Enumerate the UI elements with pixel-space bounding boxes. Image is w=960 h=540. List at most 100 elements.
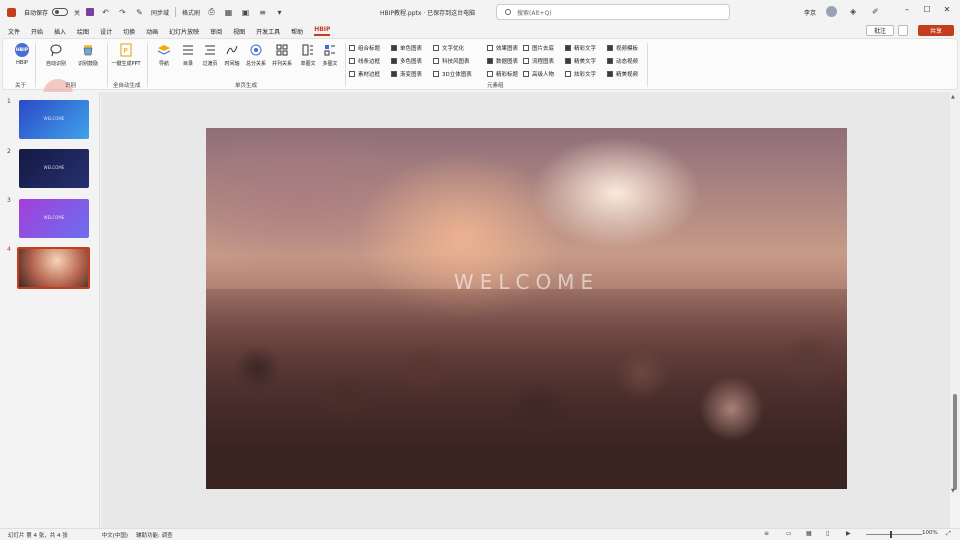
element-checkbox[interactable]: 视频模板 (607, 44, 638, 52)
element-checkbox[interactable]: 图片去底 (523, 44, 554, 52)
qa-format-brush-button[interactable]: 格式刷 (182, 8, 200, 17)
checkbox-checked-icon[interactable] (391, 45, 397, 51)
element-checkbox[interactable]: 精美文字 (565, 57, 596, 65)
checkbox-unchecked-icon[interactable] (523, 58, 529, 64)
language-status[interactable]: 中文(中国) (102, 531, 128, 539)
checkbox-unchecked-icon[interactable] (349, 58, 355, 64)
checkbox-unchecked-icon[interactable] (487, 45, 493, 51)
share-button[interactable]: 共享 (918, 25, 954, 36)
menu-tab-2[interactable]: 插入 (54, 27, 66, 36)
zoom-slider[interactable] (866, 534, 922, 535)
redo-icon[interactable]: ↷ (117, 7, 128, 18)
checkbox-unchecked-icon[interactable] (433, 58, 439, 64)
maximize-icon[interactable]: ☐ (920, 5, 934, 14)
slideshow-icon[interactable]: ▶ (846, 530, 851, 537)
element-checkbox[interactable]: 数据图表 (487, 57, 518, 65)
element-checkbox[interactable]: 流程图表 (523, 57, 554, 65)
menu-tab-3[interactable]: 绘图 (77, 27, 89, 36)
table-icon[interactable]: ▦ (223, 7, 234, 18)
search-box[interactable]: 搜索(Alt+Q) (496, 4, 730, 20)
element-checkbox[interactable]: 效果图表 (487, 44, 518, 52)
slide-thumbnail-2[interactable]: WELCOME (19, 149, 89, 188)
element-checkbox[interactable]: 动态视频 (607, 57, 638, 65)
element-checkbox[interactable]: 素材边框 (349, 70, 380, 78)
menu-tab-6[interactable]: 动画 (146, 27, 158, 36)
one-click-ppt-button[interactable]: P 一键生成PPT (109, 42, 143, 67)
normal-view-icon[interactable]: ▭ (786, 530, 792, 537)
slide-canvas[interactable]: WELCOME (101, 92, 950, 528)
element-checkbox[interactable]: 渐变图表 (391, 70, 422, 78)
zoom-level[interactable]: 100% (922, 530, 938, 536)
align-icon[interactable]: ≡ (257, 7, 268, 18)
print-icon[interactable]: ⎙ (206, 7, 217, 18)
recognize-encourage-button[interactable]: 识别鼓励 (71, 42, 105, 67)
account-name[interactable]: 李京 (804, 8, 816, 17)
auto-recognize-button[interactable]: 自动识别 (39, 42, 73, 67)
checkbox-checked-icon[interactable] (391, 58, 397, 64)
checkbox-unchecked-icon[interactable] (565, 71, 571, 77)
element-checkbox[interactable]: 科技风图表 (433, 57, 470, 65)
menu-tab-10[interactable]: 开发工具 (256, 27, 280, 36)
checkbox-checked-icon[interactable] (607, 58, 613, 64)
checkbox-unchecked-icon[interactable] (433, 45, 439, 51)
element-checkbox[interactable]: 多色图表 (391, 57, 422, 65)
reading-view-icon[interactable]: ▯ (826, 530, 829, 537)
image-icon[interactable]: ▣ (240, 7, 251, 18)
multi-image-text-button[interactable]: 多图文 (313, 42, 347, 67)
checkbox-unchecked-icon[interactable] (349, 71, 355, 77)
lightbulb-icon[interactable]: ◈ (850, 7, 856, 16)
menu-tab-9[interactable]: 视图 (233, 27, 245, 36)
menu-tab-11[interactable]: 帮助 (291, 27, 303, 36)
menu-tab-1[interactable]: 开始 (31, 27, 43, 36)
checkbox-unchecked-icon[interactable] (349, 45, 355, 51)
element-checkbox[interactable]: 线条边框 (349, 57, 380, 65)
checkbox-checked-icon[interactable] (565, 45, 571, 51)
comment-button[interactable]: 批注 (866, 25, 894, 36)
present-button[interactable] (898, 25, 908, 36)
menu-tab-5[interactable]: 切换 (123, 27, 135, 36)
element-checkbox[interactable]: 精美视频 (607, 70, 638, 78)
menu-tab-12[interactable]: HBIP (314, 26, 331, 36)
autosave-toggle[interactable] (52, 8, 69, 16)
element-checkbox[interactable]: 单色图表 (391, 44, 422, 52)
element-checkbox[interactable]: 3D立体图表 (433, 70, 472, 78)
element-checkbox[interactable]: 精彩标题 (487, 70, 518, 78)
element-checkbox[interactable]: 高级人物 (523, 70, 554, 78)
slide-thumbnail-4[interactable] (17, 247, 90, 289)
scroll-down-icon[interactable]: ▼ (951, 488, 955, 494)
checkbox-unchecked-icon[interactable] (433, 71, 439, 77)
checkbox-checked-icon[interactable] (565, 58, 571, 64)
checkbox-checked-icon[interactable] (607, 71, 613, 77)
qa-sync-button[interactable]: 同步域 (151, 8, 169, 17)
menu-tab-8[interactable]: 审阅 (210, 27, 222, 36)
checkbox-unchecked-icon[interactable] (523, 71, 529, 77)
undo-icon[interactable]: ↶ (100, 7, 111, 18)
window-filename[interactable]: HBIP教程.pptx · 已保存到这台电脑 (380, 8, 475, 17)
scrollbar-thumb[interactable] (953, 394, 957, 490)
checkbox-unchecked-icon[interactable] (523, 45, 529, 51)
fit-to-window-icon[interactable]: ⤢ (946, 530, 951, 538)
customize-qa-icon[interactable]: ▾ (274, 7, 285, 18)
element-checkbox[interactable]: 组合标题 (349, 44, 380, 52)
menu-tab-4[interactable]: 设计 (100, 27, 112, 36)
current-slide[interactable]: WELCOME (206, 128, 847, 489)
avatar[interactable] (826, 6, 837, 17)
slide-title[interactable]: WELCOME (206, 270, 847, 294)
scroll-up-icon[interactable]: ▲ (951, 94, 955, 100)
menu-tab-0[interactable]: 文件 (8, 27, 20, 36)
vertical-scrollbar[interactable]: ▲ ▼ (950, 92, 960, 496)
accessibility-status[interactable]: 辅助功能: 调查 (136, 531, 173, 539)
menu-tab-7[interactable]: 幻灯片放映 (169, 27, 199, 36)
pen-icon[interactable]: ✐ (872, 7, 879, 16)
sorter-view-icon[interactable]: ▦ (806, 530, 812, 537)
element-checkbox[interactable]: 精彩文字 (565, 44, 596, 52)
checkbox-checked-icon[interactable] (391, 71, 397, 77)
zoom-slider-handle[interactable] (890, 531, 892, 538)
notes-icon[interactable]: ≡ (764, 530, 769, 537)
element-checkbox[interactable]: 文字优化 (433, 44, 464, 52)
close-icon[interactable]: ✕ (940, 5, 954, 14)
slide-thumbnail-1[interactable]: WELCOME (19, 100, 89, 139)
checkbox-checked-icon[interactable] (607, 45, 613, 51)
format-painter-icon[interactable]: ✎ (134, 7, 145, 18)
save-icon[interactable] (86, 8, 95, 16)
